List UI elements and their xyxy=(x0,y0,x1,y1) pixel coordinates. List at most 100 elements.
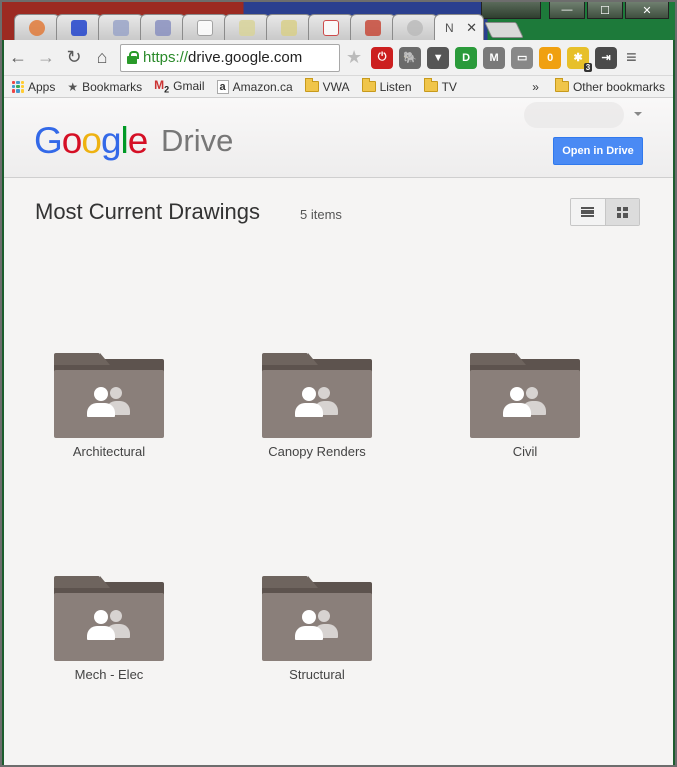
extension-badge: 3 xyxy=(583,62,593,72)
list-view-button[interactable] xyxy=(571,199,605,225)
folder-icon xyxy=(423,78,438,92)
people-icon xyxy=(292,608,342,644)
shared-folder[interactable]: Canopy Renders xyxy=(237,353,397,459)
menu-icon[interactable]: ≡ xyxy=(626,47,637,68)
star-icon: ★ xyxy=(67,79,79,94)
tab[interactable] xyxy=(224,14,270,40)
tab-active[interactable]: N ✕ xyxy=(434,14,484,40)
tab[interactable] xyxy=(56,14,102,40)
close-window-button[interactable]: ✕ xyxy=(625,1,669,19)
tab[interactable] xyxy=(392,14,438,40)
bookmark-folder-listen[interactable]: Listen xyxy=(361,78,412,94)
new-tab-button[interactable] xyxy=(484,22,524,38)
grid-view-icon xyxy=(616,206,628,218)
list-view-icon xyxy=(581,207,595,217)
account-area[interactable] xyxy=(524,102,624,128)
folder-icon xyxy=(554,78,569,92)
open-in-drive-button[interactable]: Open in Drive xyxy=(553,137,643,165)
window-controls: — ☐ ✕ xyxy=(481,1,669,19)
extensions-area: ⏻ 🐘 ▼ D M ▭ 0 ✱ 3 ⇥ xyxy=(368,46,620,72)
tab-strip: N ✕ xyxy=(14,14,524,40)
page-title: Most Current Drawings xyxy=(35,199,260,224)
bookmark-label: Other bookmarks xyxy=(572,79,665,94)
ext-share-icon[interactable]: ⇥ xyxy=(595,46,618,69)
bookmark-label: TV xyxy=(441,79,457,94)
url-host: drive.google.com xyxy=(188,49,303,66)
document-icon xyxy=(197,19,213,36)
shared-folder-icon xyxy=(54,576,164,661)
address-bar[interactable]: https://drive.google.com xyxy=(120,43,340,72)
bookmark-label: Apps xyxy=(28,79,56,94)
bookmark-label: VWA xyxy=(322,79,350,94)
tab-close-icon[interactable]: ✕ xyxy=(466,20,477,36)
shared-folder-icon xyxy=(262,353,372,438)
grid-view-button[interactable] xyxy=(604,199,639,225)
folder-label: Canopy Renders xyxy=(268,444,366,459)
drive-header: Google Drive Open in Drive xyxy=(4,98,673,178)
item-count: 5 items xyxy=(300,207,342,222)
shared-folder-icon xyxy=(262,576,372,661)
home-icon[interactable]: ⌂ xyxy=(88,44,116,72)
tab[interactable] xyxy=(14,14,60,40)
shared-folder[interactable]: Civil xyxy=(445,353,605,459)
tab[interactable] xyxy=(182,14,228,40)
tab[interactable] xyxy=(308,14,354,40)
tab[interactable] xyxy=(140,14,186,40)
people-icon xyxy=(292,385,342,421)
apps-icon xyxy=(12,80,24,93)
bookmarks-bar: Apps ★ Bookmarks M2 Gmail a Amazon.ca VW… xyxy=(4,76,673,98)
people-icon xyxy=(500,385,550,421)
bookmark-apps[interactable]: Apps xyxy=(12,80,55,94)
evernote-icon[interactable]: 🐘 xyxy=(399,46,422,69)
bookmark-label: Bookmarks xyxy=(82,79,143,94)
bookmark-bookmarks[interactable]: ★ Bookmarks xyxy=(67,80,142,94)
tab[interactable] xyxy=(266,14,312,40)
tab[interactable] xyxy=(98,14,144,40)
view-toggle xyxy=(570,198,640,226)
back-icon[interactable]: ← xyxy=(4,44,32,72)
folder-label: Structural xyxy=(289,667,345,682)
ext-puzzle-icon[interactable]: ✱ 3 xyxy=(567,46,593,72)
shared-folder[interactable]: Architectural xyxy=(29,353,189,459)
lock-icon xyxy=(127,50,139,64)
people-icon xyxy=(84,608,134,644)
folder-icon xyxy=(304,78,319,92)
tab-title: N xyxy=(445,20,454,35)
bookmark-label: Amazon.ca xyxy=(232,79,293,94)
ublock-icon[interactable]: ⏻ xyxy=(371,46,394,69)
cast-icon[interactable]: ▭ xyxy=(511,46,534,69)
ext-zero-icon[interactable]: 0 xyxy=(539,46,562,69)
tab-favicon-icon xyxy=(113,19,129,36)
tab-favicon-icon xyxy=(281,19,297,36)
tab-favicon-icon xyxy=(365,19,381,36)
reload-icon[interactable]: ↻ xyxy=(60,44,88,72)
forward-icon[interactable]: → xyxy=(32,44,60,72)
bookmark-label: Gmail xyxy=(173,79,205,94)
maximize-button[interactable]: ☐ xyxy=(587,1,623,19)
drive-page: Google Drive Open in Drive Most Current … xyxy=(4,98,673,765)
ext-green-icon[interactable]: D xyxy=(455,46,478,69)
drive-product-name: Drive xyxy=(161,123,234,158)
bookmarks-overflow-button[interactable]: » xyxy=(532,80,539,94)
folder-icon xyxy=(361,78,376,92)
minimize-button[interactable]: — xyxy=(549,1,585,19)
bookmark-star-icon[interactable]: ★ xyxy=(346,47,362,68)
google-logo[interactable]: Google xyxy=(34,120,148,162)
bookmark-other[interactable]: Other bookmarks xyxy=(554,78,665,94)
window-user-button[interactable] xyxy=(481,1,541,19)
bookmark-amazon[interactable]: a Amazon.ca xyxy=(216,79,293,94)
shared-folder[interactable]: Structural xyxy=(237,576,397,682)
account-dropdown-icon[interactable] xyxy=(634,112,642,116)
bookmark-folder-vwa[interactable]: VWA xyxy=(304,78,350,94)
gmail-icon xyxy=(323,19,339,36)
tab[interactable] xyxy=(350,14,396,40)
shared-folder-icon xyxy=(470,353,580,438)
shared-folder-icon xyxy=(54,353,164,438)
bookmark-gmail[interactable]: M2 Gmail xyxy=(154,78,204,94)
folder-label: Mech - Elec xyxy=(74,667,144,682)
gmail-badge: 2 xyxy=(164,84,170,95)
shared-folder[interactable]: Mech - Elec xyxy=(29,576,189,682)
ext-m-icon[interactable]: M xyxy=(483,46,506,69)
pocket-icon[interactable]: ▼ xyxy=(427,46,450,69)
bookmark-folder-tv[interactable]: TV xyxy=(423,78,457,94)
